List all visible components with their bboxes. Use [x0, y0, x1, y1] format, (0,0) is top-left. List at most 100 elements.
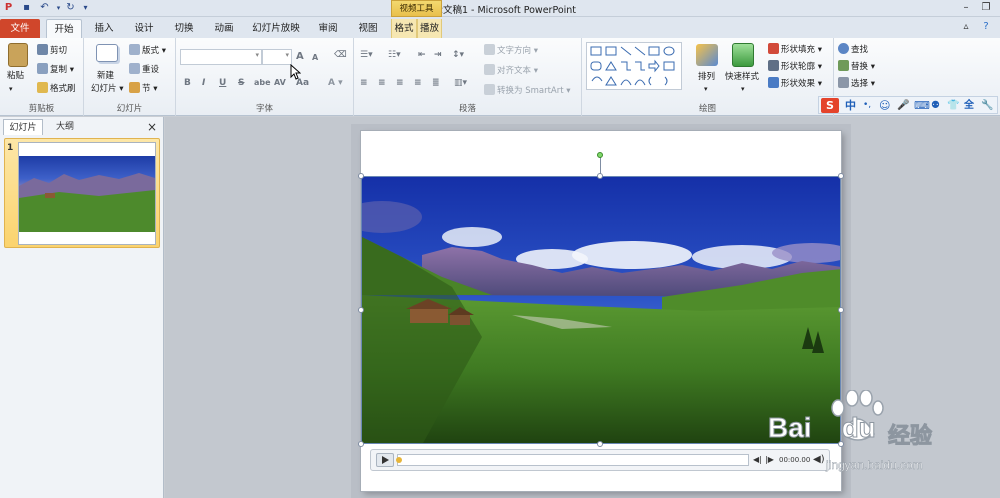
shapes-gallery[interactable] [586, 42, 682, 90]
ribbon-minimize-icon[interactable]: ▵ [958, 20, 974, 34]
ime-mode-button[interactable]: 中 [845, 98, 856, 113]
columns-icon[interactable]: ▥▾ [454, 78, 467, 88]
italic-button[interactable]: I [202, 78, 205, 88]
tab-file[interactable]: 文件 [0, 19, 40, 38]
font-color-icon[interactable]: A ▾ [328, 78, 343, 88]
clear-format-icon[interactable]: ⌫ [334, 50, 347, 60]
shape-outline-label: 形状轮廓 [781, 62, 816, 72]
thumbnail-landscape-art [19, 173, 155, 232]
font-name-combo[interactable]: ▾ [180, 49, 262, 65]
ime-emoji-icon[interactable]: ☺ [879, 98, 890, 113]
timeline-track[interactable] [397, 454, 749, 466]
font-size-combo[interactable]: ▾ [262, 49, 292, 65]
convert-smartart-button[interactable]: 转换为 SmartArt ▾ [484, 84, 571, 97]
minimize-icon[interactable]: – [958, 1, 974, 15]
tab-view[interactable]: 视图 [352, 19, 384, 38]
resize-handle-top-right[interactable] [838, 173, 844, 179]
tab-video-format[interactable]: 格式 [391, 19, 417, 38]
tab-slideshow[interactable]: 幻灯片放映 [248, 19, 304, 38]
align-center-icon[interactable]: ≡ [378, 78, 386, 88]
resize-handle-top-left[interactable] [358, 173, 364, 179]
format-painter-button[interactable]: 格式刷 [37, 82, 76, 95]
strikethrough-button[interactable]: S [238, 78, 244, 88]
tab-review[interactable]: 审阅 [312, 19, 344, 38]
ime-user-icon[interactable]: ⚉ [931, 98, 940, 113]
shrink-font-button[interactable]: A [312, 53, 318, 62]
bullets-icon[interactable]: ☰▾ [360, 50, 373, 60]
quick-styles-icon[interactable] [732, 43, 754, 67]
playhead[interactable] [396, 457, 402, 463]
ime-punct-icon[interactable]: •, [863, 98, 871, 113]
sogou-logo-icon[interactable]: S [821, 98, 839, 113]
shape-effects-button[interactable]: 形状效果 ▾ [768, 77, 822, 90]
restore-icon[interactable]: ❐ [978, 1, 994, 15]
resize-handle-right[interactable] [838, 307, 844, 313]
quick-styles-button[interactable]: 快速样式 [725, 71, 759, 83]
window-title: 演示文稿1 - Microsoft PowerPoint [423, 5, 577, 16]
arrange-dropdown-icon[interactable]: ▾ [704, 83, 708, 95]
ime-skin-icon[interactable]: 👕 [947, 98, 959, 113]
replace-button[interactable]: 替换 ▾ [838, 60, 875, 73]
pencil-icon [768, 60, 779, 71]
copy-button[interactable]: 复制 ▾ [37, 63, 74, 76]
find-button[interactable]: 查找 [838, 43, 868, 56]
new-slide-button[interactable]: 幻灯片 ▾ [91, 83, 123, 95]
new-slide-label-1[interactable]: 新建 [97, 70, 114, 82]
tab-video-playback[interactable]: 播放 [417, 19, 442, 38]
select-button[interactable]: 选择 ▾ [838, 77, 875, 90]
font-size-dropdown-icon[interactable]: ▾ [285, 51, 289, 59]
layout-button[interactable]: 版式 ▾ [129, 44, 166, 57]
bold-button[interactable]: B [184, 78, 191, 88]
ime-tools-icon[interactable]: 🔧 [981, 98, 993, 113]
paste-icon[interactable] [8, 43, 28, 67]
resize-handle-bottom[interactable] [597, 441, 603, 447]
new-slide-icon[interactable] [96, 44, 118, 62]
tab-outline-pane[interactable]: 大纲 [45, 119, 85, 135]
ime-fullwidth-button[interactable]: 全 [964, 98, 974, 113]
ime-keyboard-icon[interactable]: ⌨ [914, 98, 930, 113]
decrease-indent-icon[interactable]: ⇤ [418, 50, 426, 60]
reset-button[interactable]: 重设 [129, 63, 159, 76]
ime-mic-icon[interactable]: 🎤 [897, 98, 909, 113]
play-button[interactable] [376, 453, 394, 467]
align-left-icon[interactable]: ≡ [360, 78, 368, 88]
justify-icon[interactable]: ≡ [414, 78, 422, 88]
increase-indent-icon[interactable]: ⇥ [434, 50, 442, 60]
align-text-button[interactable]: 对齐文本 ▾ [484, 64, 538, 77]
shadow-button[interactable]: abe [254, 78, 271, 87]
tab-transitions[interactable]: 切换 [168, 19, 200, 38]
tab-insert[interactable]: 插入 [88, 19, 120, 38]
step-back-icon[interactable]: ◀| [753, 455, 762, 464]
section-button[interactable]: 节 ▾ [129, 82, 157, 95]
shape-outline-button[interactable]: 形状轮廓 ▾ [768, 60, 822, 73]
resize-handle-bottom-left[interactable] [358, 441, 364, 447]
section-icon [129, 82, 140, 93]
underline-button[interactable]: U [219, 78, 226, 88]
thumbnail-landscape-image [19, 156, 155, 232]
paste-dropdown-icon[interactable]: ▾ [9, 83, 13, 95]
align-right-icon[interactable]: ≡ [396, 78, 404, 88]
numbering-icon[interactable]: ☷▾ [388, 50, 401, 60]
line-spacing-icon[interactable]: ↕▾ [452, 50, 464, 60]
resize-handle-top[interactable] [597, 173, 603, 179]
text-direction-button[interactable]: 文字方向 ▾ [484, 44, 538, 57]
align-text-label: 对齐文本 [497, 66, 532, 76]
arrange-button[interactable]: 排列 [698, 71, 715, 83]
shape-fill-button[interactable]: 形状填充 ▾ [768, 43, 822, 56]
grow-font-button[interactable]: A [296, 51, 304, 62]
arrange-icon[interactable] [696, 44, 718, 66]
char-spacing-button[interactable]: AV [274, 78, 286, 87]
paste-button[interactable]: 粘贴 [7, 70, 24, 82]
resize-handle-left[interactable] [358, 307, 364, 313]
quick-styles-dropdown-icon[interactable]: ▾ [741, 83, 745, 95]
close-pane-icon[interactable]: × [145, 119, 159, 135]
cut-button[interactable]: 剪切 [37, 44, 67, 57]
tab-home[interactable]: 开始 [46, 19, 82, 38]
rotate-handle[interactable] [597, 152, 603, 158]
distribute-icon[interactable]: ≣ [432, 78, 440, 88]
font-name-dropdown-icon[interactable]: ▾ [255, 51, 259, 59]
tab-design[interactable]: 设计 [128, 19, 160, 38]
help-icon[interactable]: ? [978, 20, 994, 34]
tab-animations[interactable]: 动画 [208, 19, 240, 38]
tab-slides-pane[interactable]: 幻灯片 [3, 119, 43, 135]
